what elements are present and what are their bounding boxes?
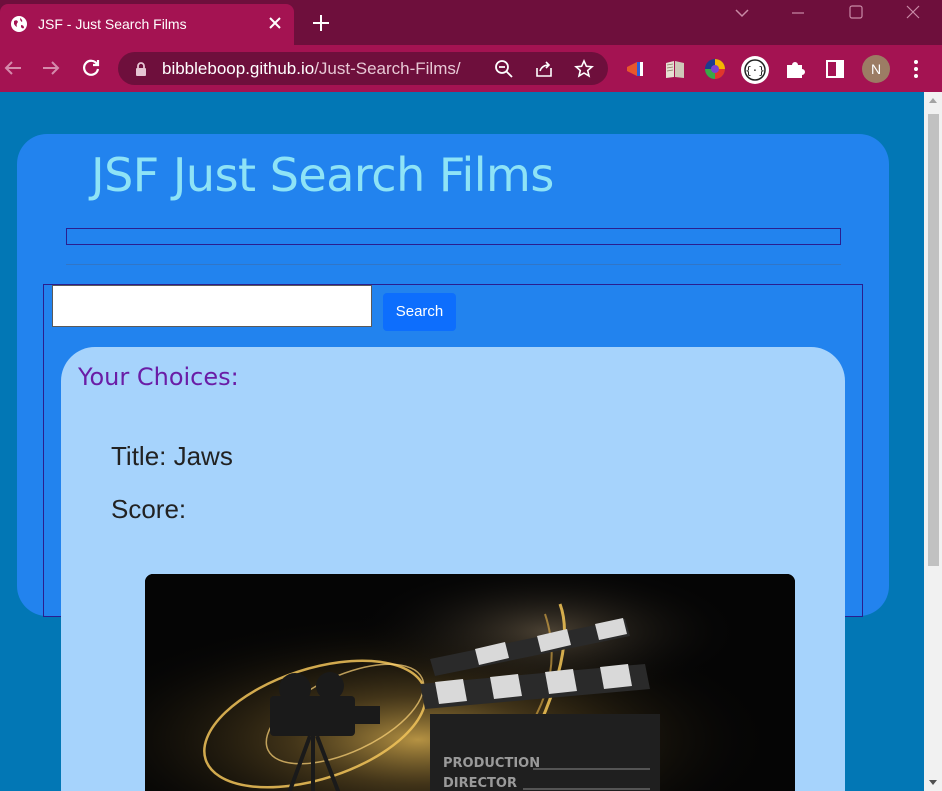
scroll-down-icon[interactable] <box>924 773 942 791</box>
nav-bar <box>66 228 841 245</box>
lock-icon[interactable] <box>134 61 148 77</box>
sidepanel-icon[interactable] <box>824 58 846 80</box>
url-path: /Just-Search-Films/ <box>314 59 461 78</box>
star-icon[interactable] <box>574 59 594 79</box>
clapperboard-image: PRODUCTION DIRECTOR <box>145 574 795 791</box>
maximize-icon[interactable] <box>836 2 876 24</box>
close-icon[interactable] <box>265 13 285 33</box>
kebab-menu-icon[interactable] <box>906 57 926 81</box>
forward-arrow-icon[interactable] <box>40 57 62 79</box>
puzzle-icon[interactable] <box>784 58 806 80</box>
film-title: Title: Jaws <box>111 441 233 471</box>
board-text-director: DIRECTOR <box>443 776 517 791</box>
window-close-icon[interactable] <box>893 2 933 24</box>
minimize-icon[interactable] <box>778 2 818 24</box>
page-viewport: JSF Just Search Films Search Your Choice… <box>0 92 924 791</box>
globe-icon <box>11 16 27 32</box>
address-bar[interactable]: bibbleboop.github.io/Just-Search-Films/ <box>118 52 608 85</box>
search-input[interactable] <box>52 285 372 327</box>
book-icon[interactable] <box>664 58 686 80</box>
share-icon[interactable] <box>534 59 554 79</box>
reload-icon[interactable] <box>80 57 102 79</box>
tab-title: JSF - Just Search Films <box>38 16 187 32</box>
choices-heading: Your Choices: <box>78 363 239 391</box>
board-text-production: PRODUCTION <box>443 756 540 771</box>
film-score: Score: <box>111 494 187 524</box>
url-host: bibbleboop.github.io <box>162 59 315 78</box>
browser-toolbar: bibbleboop.github.io/Just-Search-Films/ … <box>0 45 942 92</box>
site-title: JSF Just Search Films <box>91 148 554 202</box>
color-wheel-icon[interactable] <box>704 58 726 80</box>
profile-avatar[interactable]: N <box>862 55 890 83</box>
divider <box>66 264 841 265</box>
scroll-up-icon[interactable] <box>924 92 942 110</box>
url-text[interactable]: bibbleboop.github.io/Just-Search-Films/ <box>162 59 461 79</box>
search-button[interactable]: Search <box>383 293 456 331</box>
chevron-down-icon[interactable] <box>722 2 762 24</box>
svg-text:{·}: {·} <box>745 64 765 77</box>
back-arrow-icon[interactable] <box>2 57 24 79</box>
vertical-scrollbar[interactable] <box>924 92 942 791</box>
movie-image: PRODUCTION DIRECTOR <box>145 574 795 791</box>
choices-card: Your Choices: Title: Jaws Score: PRODUCT… <box>61 347 845 791</box>
plus-icon[interactable] <box>310 12 332 34</box>
braces-icon[interactable]: {·} <box>740 55 770 85</box>
active-tab[interactable]: JSF - Just Search Films <box>0 4 294 45</box>
tab-strip: JSF - Just Search Films <box>0 0 942 45</box>
scrollbar-thumb[interactable] <box>928 114 939 566</box>
megaphone-icon[interactable] <box>624 58 646 80</box>
zoom-out-icon[interactable] <box>494 59 514 79</box>
